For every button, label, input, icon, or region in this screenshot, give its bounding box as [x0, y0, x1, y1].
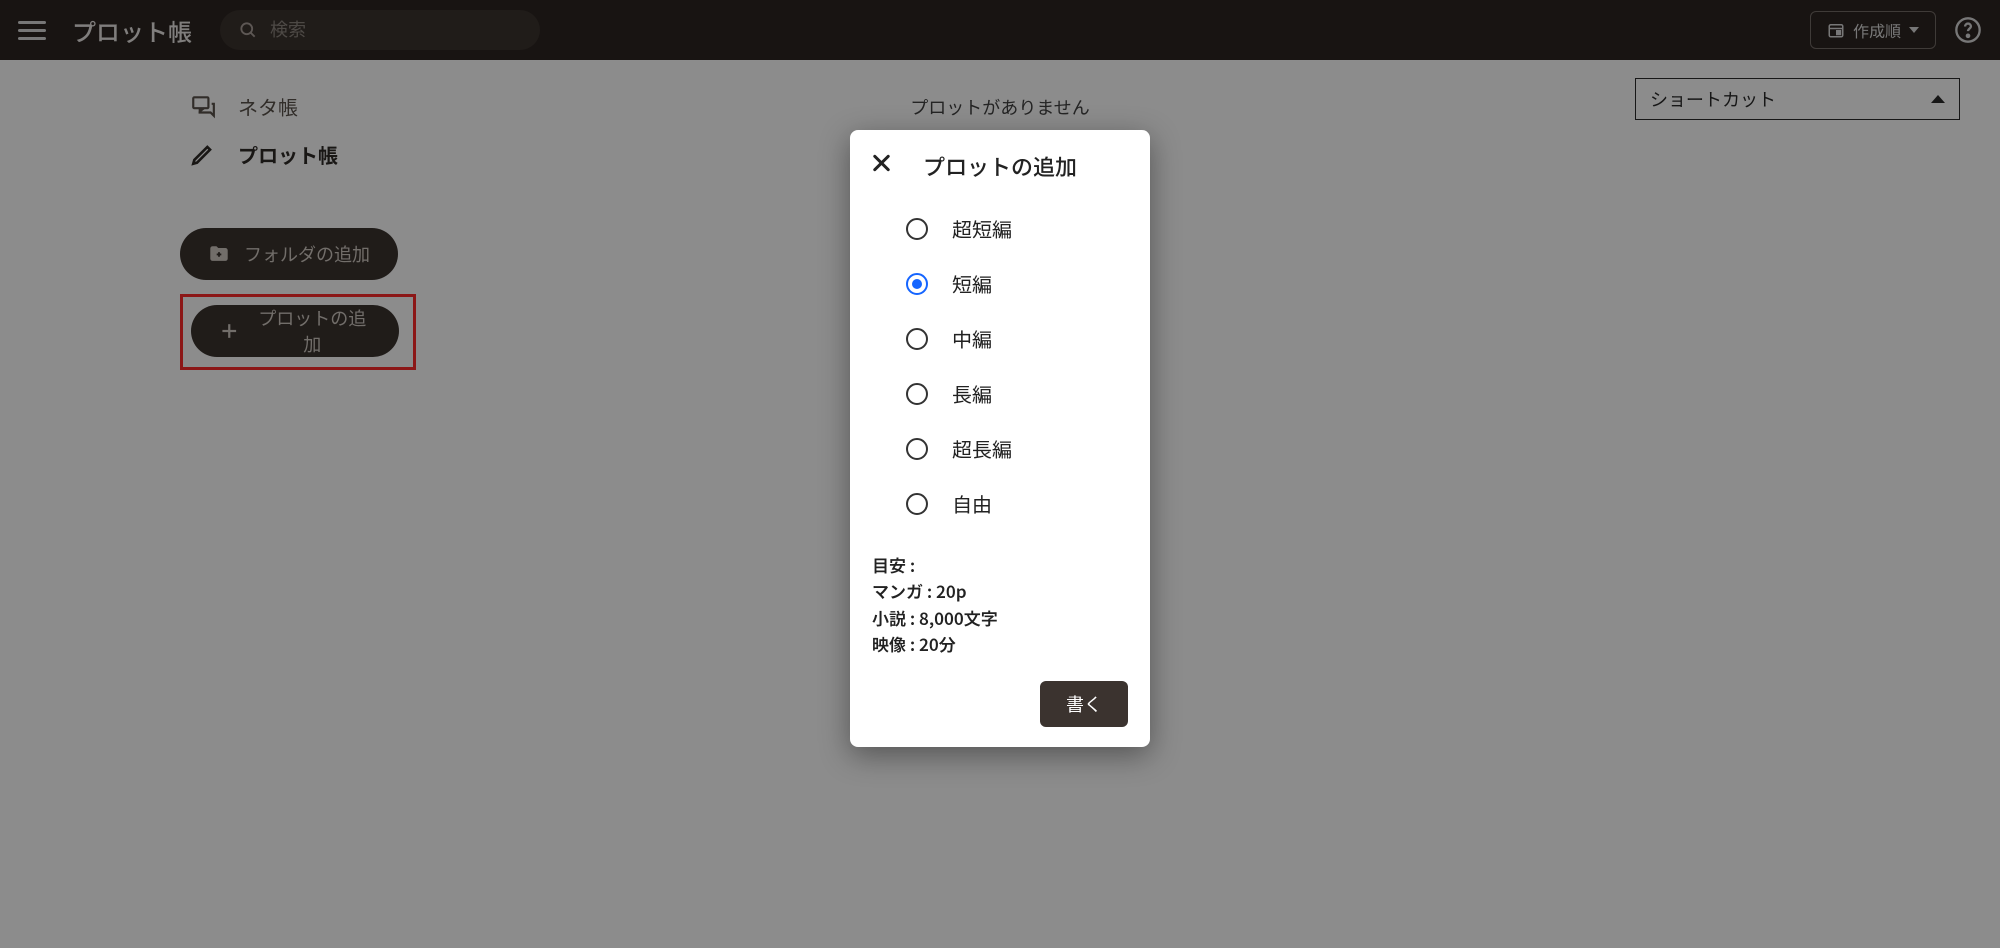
length-options: 超短編 短編 中編 長編 超長編 自由	[872, 214, 1128, 518]
radio-icon	[906, 273, 928, 295]
guide-novel: 小説 : 8,000文字	[872, 605, 1128, 631]
close-icon[interactable]	[868, 150, 894, 176]
option-very-short[interactable]: 超短編	[906, 214, 1128, 243]
radio-icon	[906, 383, 928, 405]
radio-icon	[906, 218, 928, 240]
add-plot-dialog: プロットの追加 超短編 短編 中編 長編 超長編 自由 目安 : マンガ : 2	[850, 130, 1150, 747]
option-long[interactable]: 長編	[906, 379, 1128, 408]
option-label: 超長編	[952, 434, 1012, 463]
option-free[interactable]: 自由	[906, 489, 1128, 518]
option-label: 超短編	[952, 214, 1012, 243]
option-short[interactable]: 短編	[906, 269, 1128, 298]
option-label: 短編	[952, 269, 992, 298]
option-very-long[interactable]: 超長編	[906, 434, 1128, 463]
option-label: 長編	[952, 379, 992, 408]
option-medium[interactable]: 中編	[906, 324, 1128, 353]
radio-icon	[906, 328, 928, 350]
guide-video: 映像 : 20分	[872, 631, 1128, 657]
radio-icon	[906, 438, 928, 460]
dialog-title: プロットの追加	[872, 150, 1128, 182]
option-label: 自由	[952, 489, 992, 518]
option-label: 中編	[952, 324, 992, 353]
guide-heading: 目安 :	[872, 552, 1128, 578]
guide-manga: マンガ : 20p	[872, 578, 1128, 604]
write-button[interactable]: 書く	[1040, 681, 1128, 727]
length-guide: 目安 : マンガ : 20p 小説 : 8,000文字 映像 : 20分	[872, 552, 1128, 657]
radio-icon	[906, 493, 928, 515]
